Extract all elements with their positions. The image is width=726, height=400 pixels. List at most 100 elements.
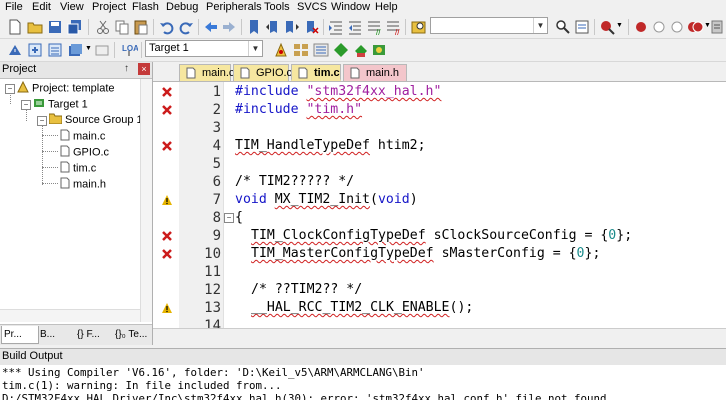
batch-build-icon[interactable] [66,41,84,59]
fold-toggle-icon[interactable]: − [224,213,234,223]
cut-icon[interactable] [94,18,112,36]
build-output-panel[interactable]: *** Using Compiler 'V6.16', folder: 'D:\… [0,365,726,400]
tab-main-h[interactable]: main.h [343,64,407,81]
indent-icon[interactable] [327,18,345,36]
menu-flash[interactable]: Flash [132,1,159,13]
pin-icon[interactable]: ↑ [124,63,129,74]
nav-back-icon[interactable] [202,18,220,36]
tree-item-file[interactable]: GPIO.c [60,145,109,160]
menu-view[interactable]: View [60,1,84,13]
breakpoint-icon[interactable] [632,18,650,36]
tree-item-project[interactable]: Project: template [17,80,115,96]
tab-project[interactable]: Pr... [1,326,39,344]
rebuild-icon[interactable] [46,41,64,59]
paste-icon[interactable] [132,18,150,36]
file-extensions-icon[interactable] [292,41,310,59]
find-icon[interactable] [554,18,572,36]
editor-horizontal-scrollbar[interactable] [153,328,726,343]
menu-tools[interactable]: Tools [264,1,290,13]
chevron-down-icon[interactable]: ▼ [533,18,547,33]
project-vertical-scrollbar[interactable] [140,79,152,322]
disable-all-breakpoints-icon[interactable] [668,18,686,36]
collapse-project-toggle[interactable]: − [5,84,15,94]
tree-item-target[interactable]: Target 1 [33,97,88,112]
kill-breakpoints-icon[interactable] [686,18,704,36]
debug-session-icon[interactable] [598,18,616,36]
pack-installer-icon[interactable] [352,41,370,59]
debug-dropdown-icon[interactable]: ▼ [616,22,623,29]
translate-icon[interactable] [6,41,24,59]
unindent-icon[interactable] [346,18,364,36]
copy-icon[interactable] [113,18,131,36]
tree-item-file[interactable]: tim.c [60,161,96,176]
incremental-find-icon[interactable] [573,18,591,36]
code-text: void MX_TIM2_Init(void) [235,191,418,209]
chevron-down-icon[interactable]: ▼ [248,41,262,56]
configure-icon[interactable] [708,18,726,36]
select-packs-icon[interactable] [332,41,350,59]
clear-bookmarks-icon[interactable] [302,18,320,36]
tab-books[interactable]: B... [38,326,74,343]
tab-main-c[interactable]: main.c [179,64,234,81]
collapse-group-toggle[interactable]: − [37,116,47,126]
open-folder-icon[interactable] [26,18,44,36]
disabled-breakpoint-icon[interactable] [650,18,668,36]
software-packs-icon[interactable] [370,41,388,59]
close-icon[interactable]: × [138,63,150,75]
prev-bookmark-icon[interactable] [264,18,282,36]
find-combo[interactable]: ▼ [430,17,548,34]
tab-gpio-c[interactable]: GPIO.c [233,64,292,81]
code-comment: /* ??TIM2?? */ [251,282,363,297]
next-bookmark-icon[interactable] [283,18,301,36]
comment-icon[interactable]: // [365,18,383,37]
menu-svcs[interactable]: SVCS [297,1,327,13]
batch-dropdown-icon[interactable]: ▼ [85,45,92,52]
save-all-icon[interactable] [66,18,84,36]
find-in-files-icon[interactable] [410,18,428,36]
code-token: #include [235,84,307,99]
build-output-line: D:/STM32F4xx_HAL_Driver/Inc\stm32f4xx_ha… [2,392,607,400]
build-icon[interactable] [26,41,44,59]
build-output-line: *** Using Compiler 'V6.16', folder: 'D:\… [2,366,425,379]
code-token: sClockSourceConfig = { [425,228,609,243]
project-horizontal-scrollbar[interactable] [0,309,140,322]
file-icon [240,67,250,79]
collapse-target-toggle[interactable]: − [21,100,31,110]
download-icon[interactable]: LOAD [120,41,145,59]
new-file-icon[interactable] [6,18,24,36]
tab-tim-c[interactable]: tim.c [291,64,341,81]
redo-icon[interactable] [177,18,195,36]
tree-item-group-label: Source Group 1 [65,113,143,126]
menu-peripherals[interactable]: Peripherals [206,1,262,13]
target-options-icon[interactable] [272,41,290,59]
code-editor[interactable]: 1 #include "stm32f4xx_hal.h" 2 #include … [153,82,726,328]
menu-project[interactable]: Project [92,1,126,13]
menu-debug[interactable]: Debug [166,1,198,13]
code-text: #include "tim.h" [235,101,362,119]
target-select[interactable]: Target 1 ▼ [145,40,263,57]
menu-window[interactable]: Window [331,1,370,13]
nav-forward-icon[interactable] [220,18,238,36]
menu-edit[interactable]: Edit [32,1,51,13]
tab-functions[interactable]: {} F... [75,326,113,343]
project-icon [17,80,29,96]
uncomment-icon[interactable]: // [384,18,402,37]
tab-project-label: Pr... [4,329,22,340]
menu-file[interactable]: File [5,1,23,13]
file-icon [186,67,196,79]
code-token: }; [584,246,601,261]
error-icon [162,87,172,97]
tree-item-file[interactable]: main.h [60,177,106,192]
tree-item-file[interactable]: main.c [60,129,105,144]
manage-rte-icon[interactable] [312,41,330,59]
save-icon[interactable] [46,18,64,36]
code-text: #include "stm32f4xx_hal.h" [235,83,441,101]
stop-build-icon[interactable] [93,41,111,59]
tab-templates[interactable]: {}₀ Te... [113,326,153,343]
menu-help[interactable]: Help [375,1,398,13]
undo-icon[interactable] [158,18,176,36]
bookmark-icon[interactable] [245,18,263,36]
tree-item-group[interactable]: Source Group 1 [48,113,143,128]
code-line: 9 TIM_ClockConfigTypeDef sClockSourceCon… [153,227,726,245]
file-icon [60,145,70,160]
